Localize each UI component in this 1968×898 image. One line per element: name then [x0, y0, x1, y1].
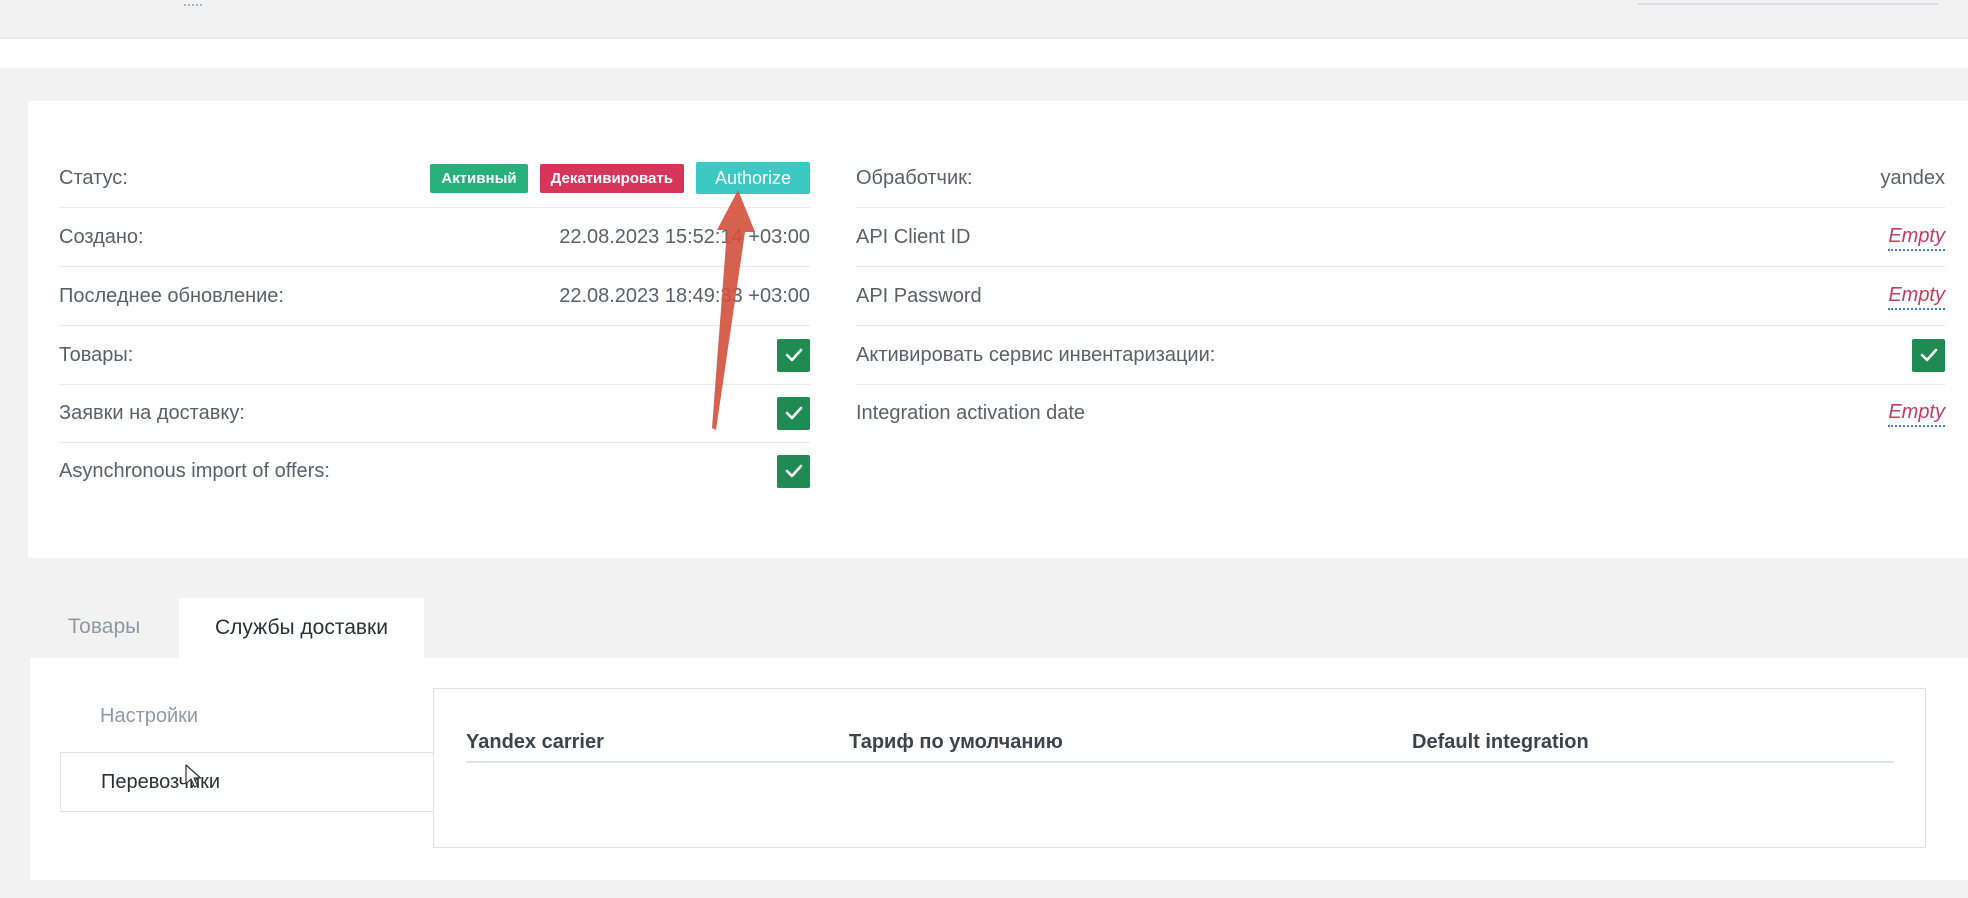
products-checkbox[interactable]: [777, 338, 810, 372]
authorize-button[interactable]: Authorize: [695, 162, 810, 194]
delivery-requests-label: Заявки на доставку:: [59, 401, 245, 424]
products-label: Товары:: [59, 343, 134, 366]
status-badge: Активный: [430, 163, 528, 193]
updated-label: Последнее обновление:: [59, 284, 284, 307]
row-handler: Обработчик: yandex: [856, 149, 1945, 208]
column-header-yandex-carrier: Yandex carrier: [466, 731, 604, 753]
table-header: Yandex carrier Тариф по умолчанию Defaul…: [466, 731, 1894, 763]
row-api-client-id: API Client ID Empty: [856, 208, 1945, 267]
deactivate-button[interactable]: Декативировать: [539, 163, 684, 193]
activation-date-label: Integration activation date: [856, 401, 1086, 424]
handler-value: yandex: [1880, 166, 1946, 189]
check-icon: [1920, 348, 1937, 362]
top-strip: [0, 0, 1968, 39]
header-bar: [0, 39, 1968, 68]
inventory-service-checkbox[interactable]: [1912, 338, 1945, 372]
row-products: Товары:: [59, 326, 810, 385]
side-menu-settings[interactable]: Настройки: [100, 705, 198, 728]
api-client-id-editable[interactable]: Empty: [1888, 224, 1945, 251]
api-client-id-label: API Client ID: [856, 225, 971, 248]
async-import-label: Asynchronous import of offers:: [59, 459, 330, 482]
created-value: 22.08.2023 15:52:14 +03:00: [559, 225, 810, 248]
mouse-cursor-icon: [185, 764, 202, 788]
api-password-editable[interactable]: Empty: [1888, 283, 1945, 310]
status-label: Статус:: [59, 166, 128, 189]
row-created: Создано: 22.08.2023 15:52:14 +03:00: [59, 208, 810, 267]
row-updated: Последнее обновление: 22.08.2023 18:49:3…: [59, 267, 810, 326]
updated-value: 22.08.2023 18:49:33 +03:00: [559, 284, 810, 307]
check-icon: [785, 406, 802, 420]
column-header-default-integration: Default integration: [1412, 731, 1589, 753]
tab-products[interactable]: Товары: [68, 615, 140, 639]
top-right-link[interactable]: [1638, 0, 1938, 5]
row-inventory-service: Активировать сервис инвентаризации:: [856, 326, 1945, 385]
row-delivery-requests: Заявки на доставку:: [59, 384, 810, 443]
row-status: Статус: Активный Декативировать Authoriz…: [59, 149, 810, 208]
created-label: Создано:: [59, 225, 144, 248]
activation-date-editable[interactable]: Empty: [1888, 400, 1945, 427]
api-password-label: API Password: [856, 284, 982, 307]
async-import-checkbox[interactable]: [777, 454, 810, 488]
row-api-password: API Password Empty: [856, 267, 1945, 326]
row-activation-date: Integration activation date Empty: [856, 384, 1945, 442]
check-icon: [785, 348, 802, 362]
check-icon: [785, 464, 802, 478]
delivery-requests-checkbox[interactable]: [777, 396, 810, 430]
inventory-service-label: Активировать сервис инвентаризации:: [856, 343, 1216, 366]
side-menu-carriers[interactable]: Перевозчики: [60, 752, 434, 812]
tab-delivery-services[interactable]: Службы доставки: [179, 598, 424, 658]
handler-label: Обработчик:: [856, 166, 973, 189]
column-header-default-tariff: Тариф по умолчанию: [849, 731, 1063, 753]
row-async-import: Asynchronous import of offers:: [59, 442, 810, 500]
carriers-table: Yandex carrier Тариф по умолчанию Defaul…: [433, 688, 1926, 848]
top-left-dotted-link[interactable]: [184, 0, 202, 6]
info-panel: Статус: Активный Декативировать Authoriz…: [28, 101, 1968, 558]
